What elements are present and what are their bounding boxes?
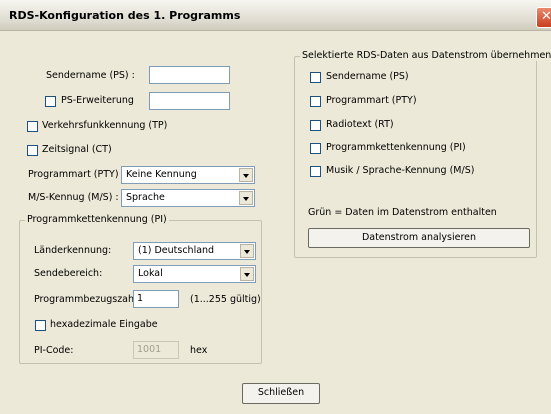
rds-note: Grün = Daten im Datenstrom enthalten — [308, 207, 497, 218]
hex-checkbox[interactable] — [35, 320, 46, 331]
picode-label: PI-Code: — [34, 345, 74, 356]
ps-erweiterung-checkbox[interactable] — [45, 96, 56, 107]
rds-item-label-pi: Programmkettenkennung (PI) — [326, 142, 466, 153]
chevron-down-icon[interactable] — [239, 168, 253, 182]
ms-select-value: Sprache — [126, 192, 165, 203]
sendername-label: Sendername (PS) : — [46, 70, 135, 81]
sendebereich-label: Sendebereich: — [34, 268, 103, 279]
rds-item-checkbox-pty[interactable] — [310, 96, 321, 107]
picode-input[interactable]: 1001 — [133, 341, 179, 359]
tp-label: Verkehrsfunkkennung (TP) — [42, 120, 168, 131]
laender-select[interactable]: (1) Deutschland — [133, 242, 256, 260]
sendebereich-select[interactable]: Lokal — [133, 265, 256, 283]
chevron-down-icon[interactable] — [240, 267, 254, 281]
rds-item-checkbox-ms[interactable] — [310, 166, 321, 177]
hex-label: hexadezimale Eingabe — [50, 319, 158, 330]
bezugszahl-hint: (1...255 gültig) — [190, 294, 261, 305]
rds-item-label-rt: Radiotext (RT) — [326, 119, 394, 130]
rds-item-label-ps: Sendername (PS) — [326, 71, 409, 82]
rds-item-checkbox-rt[interactable] — [310, 120, 321, 131]
rds-group-title: Selektierte RDS-Daten aus Datenstrom übe… — [300, 50, 551, 61]
laender-select-value: (1) Deutschland — [138, 245, 215, 256]
close-button[interactable]: Schließen — [242, 383, 320, 404]
bezugszahl-label: Programmbezugszahl: — [34, 294, 140, 305]
bezugszahl-input[interactable]: 1 — [133, 290, 179, 308]
sendebereich-select-value: Lokal — [138, 268, 163, 279]
ps-erweiterung-label: PS-Erweiterung — [61, 95, 134, 106]
sendername-input[interactable] — [149, 66, 230, 84]
picode-unit: hex — [190, 345, 208, 356]
title-bar: RDS-Konfiguration des 1. Programms ✕ — [0, 0, 551, 31]
rds-item-checkbox-pi[interactable] — [310, 143, 321, 154]
analyze-button[interactable]: Datenstrom analysieren — [308, 228, 530, 248]
pty-select-value: Keine Kennung — [126, 169, 197, 180]
chevron-down-icon[interactable] — [240, 244, 254, 258]
tp-checkbox[interactable] — [27, 121, 38, 132]
rds-item-checkbox-ps[interactable] — [310, 72, 321, 83]
ct-label: Zeitsignal (CT) — [42, 144, 112, 155]
dialog-window: RDS-Konfiguration des 1. Programms ✕ Sen… — [0, 0, 551, 414]
window-title: RDS-Konfiguration des 1. Programms — [9, 9, 241, 22]
pi-group-title: Programmkettenkennung (PI) — [25, 214, 169, 225]
pty-select[interactable]: Keine Kennung — [121, 166, 255, 184]
laender-label: Länderkennung: — [34, 245, 112, 256]
pty-label: Programmart (PTY) : — [28, 169, 125, 180]
ps-erweiterung-input[interactable] — [149, 92, 230, 110]
ct-checkbox[interactable] — [27, 145, 38, 156]
rds-item-label-ms: Musik / Sprache-Kennung (M/S) — [326, 165, 475, 176]
rds-item-label-pty: Programmart (PTY) — [326, 95, 417, 106]
chevron-down-icon[interactable] — [239, 191, 253, 205]
close-icon: ✕ — [541, 9, 551, 24]
window-close-button[interactable]: ✕ — [536, 7, 551, 28]
ms-label: M/S-Kennug (M/S) : — [28, 192, 119, 203]
ms-select[interactable]: Sprache — [121, 189, 255, 207]
